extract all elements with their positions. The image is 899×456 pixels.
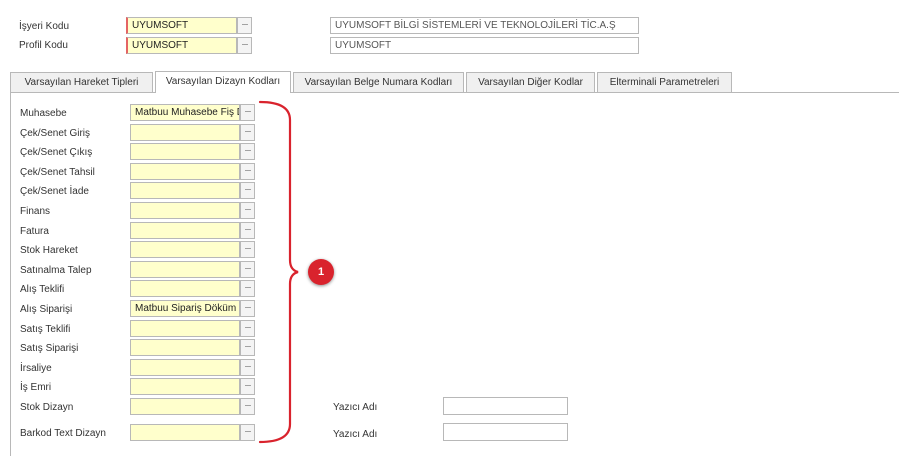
row-label-irsaliye: İrsaliye: [20, 362, 52, 374]
row-label-stok-hareket: Stok Hareket: [20, 245, 78, 257]
row-lookup-button-muhasebe[interactable]: ···: [240, 104, 255, 121]
annotation-bracket: [258, 100, 299, 444]
isyeri-description-field: UYUMSOFT BİLGİ SİSTEMLERİ VE TEKNOLOJİLE…: [330, 17, 639, 34]
isyeri-kodu-lookup-button[interactable]: ···: [237, 17, 252, 34]
row-field-alis-teklifi[interactable]: [130, 280, 240, 298]
row-field-irsaliye[interactable]: [130, 358, 240, 376]
row-lookup-button-alis-teklifi[interactable]: ···: [240, 280, 255, 298]
profil-kodu-label: Profil Kodu: [19, 40, 68, 51]
row-lookup-button-cek-senet-iade[interactable]: ···: [240, 182, 255, 200]
profil-kodu-field[interactable]: UYUMSOFT: [126, 37, 237, 54]
tab-varsayilan-dizayn-kodlari[interactable]: Varsayılan Dizayn Kodları: [155, 71, 291, 92]
row-field-satis-teklifi[interactable]: [130, 319, 240, 337]
row-field-satinalma-talep[interactable]: [130, 260, 240, 278]
row-field-cek-senet-iade[interactable]: [130, 182, 240, 200]
row-field-finans[interactable]: [130, 202, 240, 219]
row-label-cek-senet-tahsil: Çek/Senet Tahsil: [20, 166, 95, 178]
row-field-fatura[interactable]: [130, 221, 240, 239]
row-field-stok-hareket[interactable]: [130, 241, 240, 259]
row-lookup-button-satis-teklifi[interactable]: ···: [240, 319, 255, 337]
tab-elterminali-parametreleri[interactable]: Elterminali Parametreleri: [597, 72, 732, 92]
row-label-satis-teklifi: Satış Teklifi: [20, 323, 71, 335]
row-label-finans: Finans: [20, 206, 51, 217]
row-label-is-emri: İş Emri: [20, 382, 52, 394]
row-field-cek-senet-tahsil[interactable]: [130, 162, 240, 180]
row-label-cek-senet-iade: Çek/Senet İade: [20, 186, 89, 198]
printer-label-stok: Yazıcı Adı: [333, 402, 378, 413]
row-lookup-button-cek-senet-giris[interactable]: ···: [240, 123, 255, 141]
row-lookup-button-irsaliye[interactable]: ···: [240, 358, 255, 376]
row-field-cek-senet-cikis[interactable]: [130, 143, 240, 161]
printer-label-barkod: Yazıcı Adı: [333, 429, 378, 440]
row-field-cek-senet-giris[interactable]: [130, 123, 240, 141]
row-lookup-button-satis-siparisi[interactable]: ···: [240, 339, 255, 357]
row-lookup-button-alis-siparisi[interactable]: ···: [240, 300, 255, 317]
isyeri-kodu-field[interactable]: UYUMSOFT: [126, 17, 237, 34]
row-field-barkod-text-dizayn[interactable]: [130, 424, 240, 441]
row-lookup-button-fatura[interactable]: ···: [240, 221, 255, 239]
tab-varsayilan-hareket-tipleri[interactable]: Varsayılan Hareket Tipleri: [10, 72, 153, 92]
row-lookup-button-stok-dizayn[interactable]: ···: [240, 398, 255, 415]
profil-kodu-lookup-button[interactable]: ···: [237, 37, 252, 54]
row-field-is-emri[interactable]: [130, 378, 240, 396]
row-lookup-button-cek-senet-cikis[interactable]: ···: [240, 143, 255, 161]
row-label-alis-siparisi: Alış Siparişi: [20, 304, 73, 315]
row-field-muhasebe[interactable]: Matbuu Muhasebe Fiş D: [130, 104, 240, 121]
row-lookup-button-finans[interactable]: ···: [240, 202, 255, 219]
row-field-satis-siparisi[interactable]: [130, 339, 240, 357]
row-lookup-button-stok-hareket[interactable]: ···: [240, 241, 255, 259]
isyeri-kodu-label: İşyeri Kodu: [19, 21, 70, 32]
row-field-stok-dizayn[interactable]: [130, 398, 240, 415]
row-label-muhasebe: Muhasebe: [20, 108, 67, 119]
row-label-barkod-text-dizayn: Barkod Text Dizayn: [20, 428, 106, 439]
row-label-alis-teklifi: Alış Teklifi: [20, 284, 65, 296]
row-label-cek-senet-giris: Çek/Senet Giriş: [20, 127, 91, 139]
row-label-satinalma-talep: Satınalma Talep: [20, 264, 92, 276]
row-lookup-button-is-emri[interactable]: ···: [240, 378, 255, 396]
printer-field-barkod[interactable]: [443, 423, 568, 441]
annotation-badge: 1: [308, 259, 334, 285]
row-label-satis-siparisi: Satış Siparişi: [20, 343, 79, 355]
active-tab-joint: [156, 91, 290, 93]
row-field-alis-siparisi[interactable]: Matbuu Sipariş Döküm: [130, 300, 240, 317]
row-lookup-button-satinalma-talep[interactable]: ···: [240, 260, 255, 278]
tab-varsayilan-belge-numara-kodlari[interactable]: Varsayılan Belge Numara Kodları: [293, 72, 464, 92]
printer-field-stok[interactable]: [443, 397, 568, 415]
row-lookup-button-cek-senet-tahsil[interactable]: ···: [240, 162, 255, 180]
row-label-cek-senet-cikis: Çek/Senet Çıkış: [20, 147, 93, 159]
row-label-fatura: Fatura: [20, 225, 49, 237]
row-label-stok-dizayn: Stok Dizayn: [20, 402, 74, 413]
tab-varsayilan-diger-kodlar[interactable]: Varsayılan Diğer Kodlar: [466, 72, 595, 92]
row-lookup-button-barkod-text-dizayn[interactable]: ···: [240, 424, 255, 441]
profil-description-field: UYUMSOFT: [330, 37, 639, 54]
